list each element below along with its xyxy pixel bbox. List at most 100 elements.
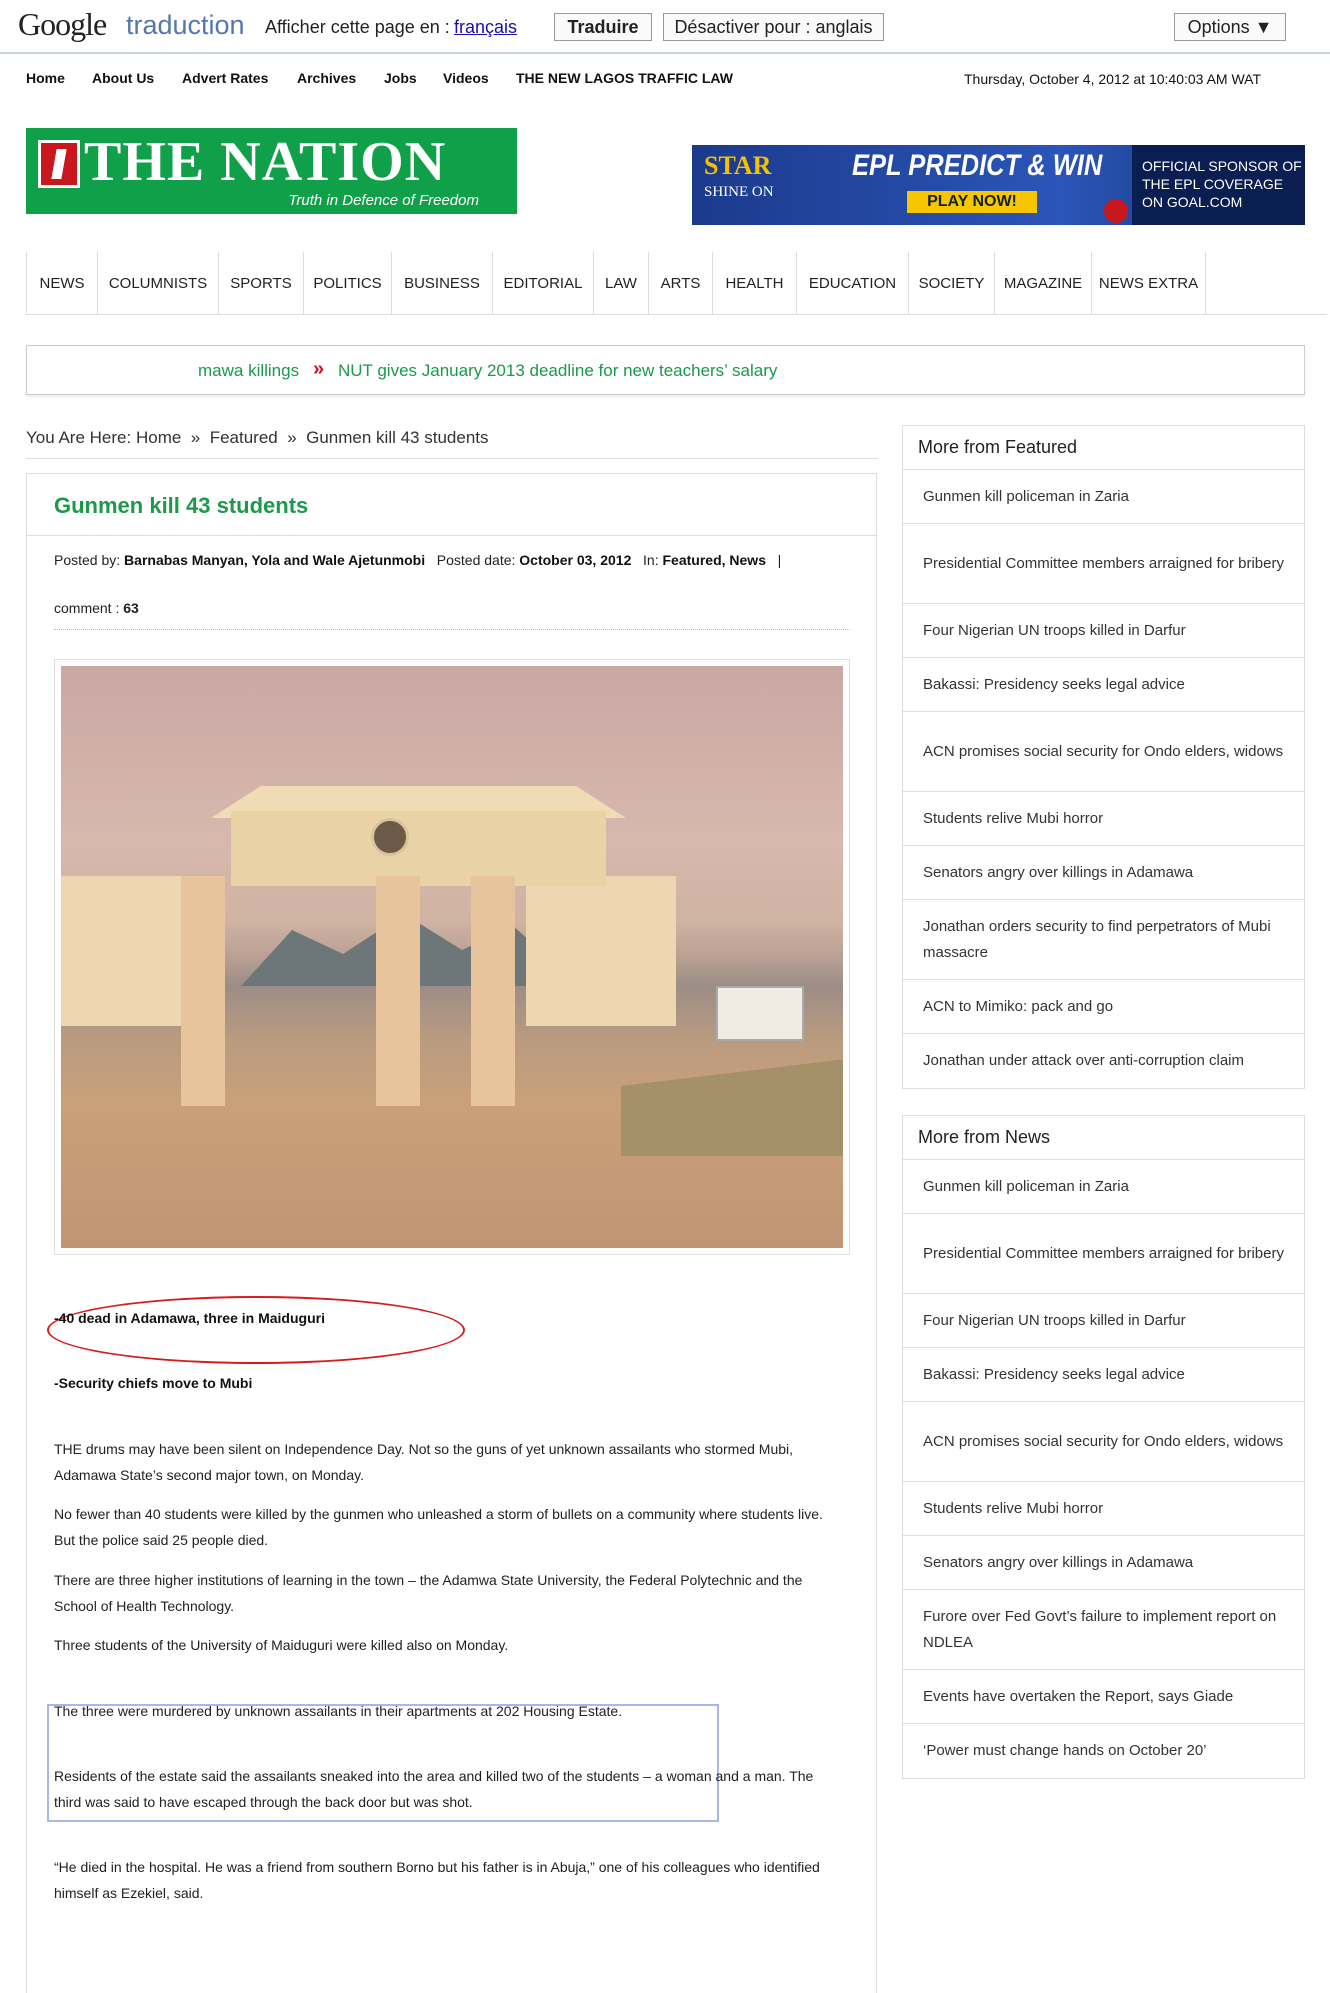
sidebar-link[interactable]: Bakassi: Presidency seeks legal advice (903, 658, 1304, 712)
article-date: October 03, 2012 (519, 552, 632, 568)
cat-columnists[interactable]: COLUMNISTS (98, 252, 219, 315)
paragraph: Residents of the estate said the assaila… (54, 1768, 814, 1810)
polytechnic-gate-image (61, 666, 843, 1248)
topnav-archives[interactable]: Archives (297, 70, 356, 86)
star-text: STAR (704, 151, 772, 180)
sidebar-link[interactable]: Senators angry over killings in Adamawa (903, 846, 1304, 900)
title-divider (27, 535, 876, 536)
news-ticker: mawa killings » NUT gives January 2013 d… (26, 345, 1305, 395)
sidebar-link[interactable]: Senators angry over killings in Adamawa (903, 1536, 1304, 1590)
star-logo: STAR SHINE ON (704, 153, 774, 205)
article-title: Gunmen kill 43 students (54, 493, 309, 518)
in-label: In: (643, 552, 659, 568)
cat-law[interactable]: LAW (594, 252, 649, 315)
cat-magazine[interactable]: MAGAZINE (995, 252, 1092, 315)
desactiver-button[interactable]: Désactiver pour : anglais (663, 13, 884, 41)
sidebar-link[interactable]: Students relive Mubi horror (903, 1482, 1304, 1536)
sidebar-more-featured: More from Featured Gunmen kill policeman… (902, 425, 1305, 1089)
sidebar-title: More from Featured (903, 426, 1304, 470)
sidebar-link[interactable]: Four Nigerian UN troops killed in Darfur (903, 1294, 1304, 1348)
gate-pillar (376, 876, 420, 1106)
right-building (526, 876, 676, 1026)
cat-business[interactable]: BUSINESS (392, 252, 493, 315)
cat-arts[interactable]: ARTS (649, 252, 713, 315)
cat-news[interactable]: NEWS (26, 252, 98, 315)
sidebar-more-news: More from News Gunmen kill policeman in … (902, 1115, 1305, 1779)
ticker-separator: » (313, 358, 325, 380)
epl-banner-ad[interactable]: STAR SHINE ON EPL PREDICT & WIN PLAY NOW… (692, 145, 1305, 225)
sidebar-link[interactable]: ACN to Mimiko: pack and go (903, 980, 1304, 1034)
nation-emblem-icon (38, 140, 80, 188)
posted-date-label: Posted date: (436, 552, 516, 568)
polytechnic-sign (716, 986, 804, 1041)
sidebar-link[interactable]: Four Nigerian UN troops killed in Darfur (903, 604, 1304, 658)
sidebar-link[interactable]: Events have overtaken the Report, says G… (903, 1670, 1304, 1724)
traduction-label: traduction (126, 10, 245, 40)
sidebar-link[interactable]: Jonathan orders security to find perpetr… (903, 900, 1304, 980)
sidebar-title: More from News (903, 1116, 1304, 1160)
sidebar-link[interactable]: Presidential Committee members arraigned… (903, 1214, 1304, 1294)
breadcrumb-featured[interactable]: Featured (210, 428, 278, 447)
ad-headline: EPL PREDICT & WIN (852, 149, 1103, 182)
ticker-item[interactable]: NUT gives January 2013 deadline for new … (338, 361, 777, 381)
grass-shape (621, 1056, 843, 1156)
cat-health[interactable]: HEALTH (713, 252, 797, 315)
sidebar-link[interactable]: Bakassi: Presidency seeks legal advice (903, 1348, 1304, 1402)
article-meta: Posted by: Barnabas Manyan, Yola and Wal… (54, 552, 781, 568)
gate-pillar (471, 876, 515, 1106)
paragraph: Three students of the University of Maid… (54, 1637, 509, 1653)
topnav-videos[interactable]: Videos (443, 70, 489, 86)
topnav-jobs[interactable]: Jobs (384, 70, 417, 86)
language-link[interactable]: français (454, 17, 517, 38)
breadcrumb-sep: » (287, 428, 297, 447)
traduire-button[interactable]: Traduire (554, 13, 652, 41)
site-logo[interactable]: THE NATION Truth in Defence of Freedom (26, 128, 517, 214)
cat-society[interactable]: SOCIETY (909, 252, 995, 315)
article: Gunmen kill 43 students Posted by: Barna… (26, 473, 877, 1993)
logo-tagline: Truth in Defence of Freedom (288, 192, 479, 209)
breadcrumb-home[interactable]: Home (136, 428, 181, 447)
article-photo (54, 659, 850, 1255)
article-authors: Barnabas Manyan, Yola and Wale Ajetunmob… (124, 552, 426, 568)
paragraph: There are three higher institutions of l… (54, 1572, 803, 1614)
sidebar-link[interactable]: Furore over Fed Govt’s failure to implem… (903, 1590, 1304, 1670)
meta-divider (54, 629, 850, 630)
cat-sports[interactable]: SPORTS (219, 252, 304, 315)
comment-count[interactable]: comment : 63 (54, 600, 139, 616)
sidebar-link[interactable]: ‘Power must change hands on October 20’ (903, 1724, 1304, 1778)
ad-play-now[interactable]: PLAY NOW! (907, 191, 1037, 213)
google-logo: Google (18, 6, 107, 42)
comment-label: comment : (54, 600, 120, 616)
sidebar-link[interactable]: Gunmen kill policeman in Zaria (903, 1160, 1304, 1214)
breadcrumb-divider (26, 458, 878, 459)
cat-news-extra[interactable]: NEWS EXTRA (1092, 252, 1206, 315)
cat-education[interactable]: EDUCATION (797, 252, 909, 315)
category-nav: NEWS COLUMNISTS SPORTS POLITICS BUSINESS… (26, 252, 1327, 315)
ad-sponsor-text: OFFICIAL SPONSOR OF THE EPL COVERAGE ON … (1132, 145, 1305, 225)
topnav-advert-rates[interactable]: Advert Rates (182, 70, 268, 86)
cat-politics[interactable]: POLITICS (304, 252, 392, 315)
sidebar-link[interactable]: Presidential Committee members arraigned… (903, 524, 1304, 604)
topnav-home[interactable]: Home (26, 70, 65, 86)
sidebar-link[interactable]: Jonathan under attack over anti-corrupti… (903, 1034, 1304, 1088)
options-button[interactable]: Options ▼ (1174, 13, 1286, 41)
breadcrumb-label: You Are Here: (26, 428, 132, 447)
sidebar-link[interactable]: ACN promises social security for Ondo el… (903, 1402, 1304, 1482)
shine-on-text: SHINE ON (704, 184, 774, 200)
cat-editorial[interactable]: EDITORIAL (493, 252, 594, 315)
topnav-about-us[interactable]: About Us (92, 70, 154, 86)
subheading-1: -40 dead in Adamawa, three in Maiduguri (54, 1310, 325, 1326)
sidebar-link[interactable]: Gunmen kill policeman in Zaria (903, 470, 1304, 524)
ticker-item[interactable]: mawa killings (198, 361, 299, 381)
current-datetime: Thursday, October 4, 2012 at 10:40:03 AM… (964, 71, 1262, 87)
topnav-lagos-traffic-law[interactable]: THE NEW LAGOS TRAFFIC LAW (516, 70, 733, 86)
paragraph: “He died in the hospital. He was a frien… (54, 1859, 820, 1901)
posted-by-label: Posted by: (54, 552, 121, 568)
ad-badge-icon (1104, 199, 1128, 223)
gate-arch (231, 811, 606, 886)
article-categories[interactable]: Featured, News (663, 552, 766, 568)
google-translate-bar: Google traduction Afficher cette page en… (0, 0, 1330, 54)
gate-emblem-icon (371, 818, 409, 856)
sidebar-link[interactable]: ACN promises social security for Ondo el… (903, 712, 1304, 792)
sidebar-link[interactable]: Students relive Mubi horror (903, 792, 1304, 846)
